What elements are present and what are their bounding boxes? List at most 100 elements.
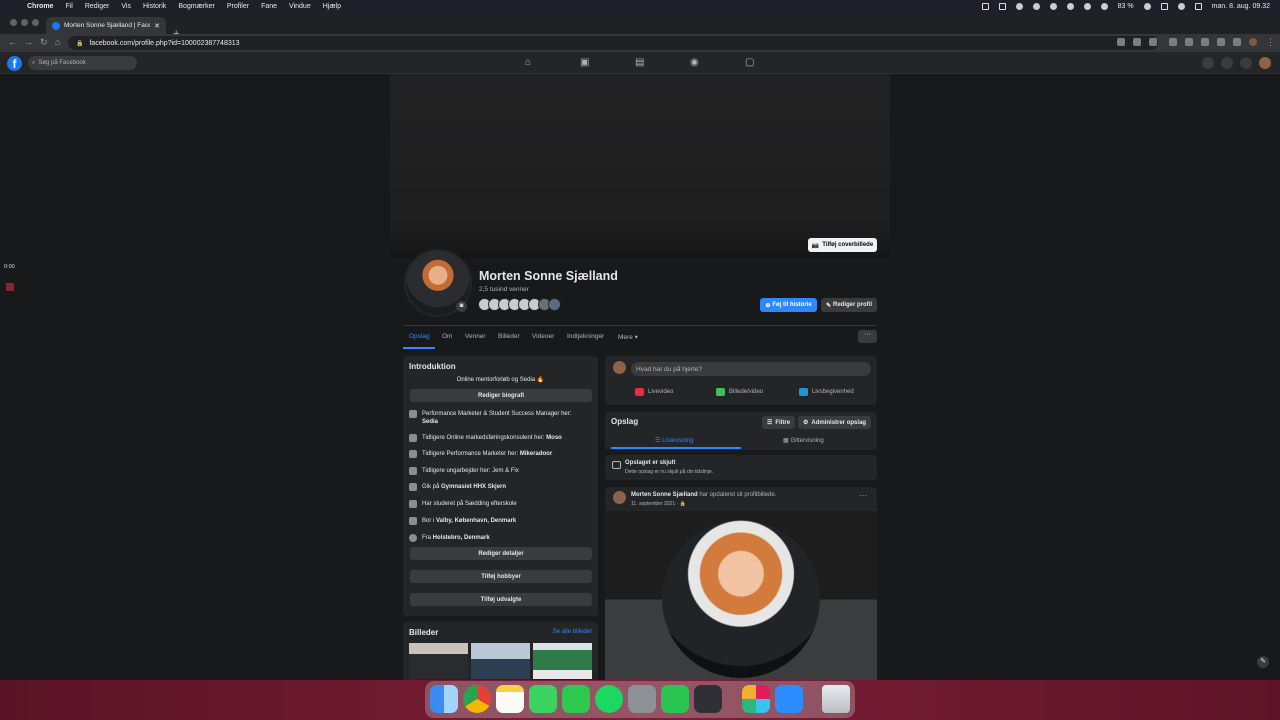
add-hobbies-button[interactable]: Tilføj hobbyer bbox=[410, 570, 592, 583]
messages-icon[interactable] bbox=[529, 685, 557, 713]
power-app-icon[interactable] bbox=[694, 685, 722, 713]
chrome-menu-icon[interactable]: ⋮ bbox=[1266, 37, 1275, 48]
zoom-icon[interactable] bbox=[1117, 38, 1125, 46]
tab-checkins[interactable]: Indtjekninger bbox=[567, 333, 604, 340]
tab-close-icon[interactable]: ✕ bbox=[154, 22, 160, 30]
menubar-clock[interactable]: man. 8. aug. 09.32 bbox=[1212, 3, 1270, 10]
intro-row-link[interactable]: Gymnasiet HHX Skjern bbox=[441, 484, 506, 490]
menu-vis[interactable]: Vis bbox=[121, 3, 131, 10]
nav-marketplace-icon[interactable]: ▤ bbox=[635, 57, 644, 68]
facebook-search-input[interactable]: ⌕ Søg på Facebook bbox=[28, 56, 137, 70]
status-icon[interactable] bbox=[981, 2, 989, 10]
address-bar[interactable]: 🔒 facebook.com/profile.php?id=1000023877… bbox=[68, 36, 1158, 50]
friends-count[interactable]: 2,5 tusind venner bbox=[479, 286, 529, 293]
see-all-photos-link[interactable]: Se alle billeder bbox=[553, 629, 592, 635]
tab-videos[interactable]: Videoer bbox=[532, 333, 554, 340]
extension-icon[interactable] bbox=[1185, 38, 1193, 46]
post-date[interactable]: 11. september 2021 · 🔒 bbox=[631, 501, 686, 507]
live-video-button[interactable]: Livevideo bbox=[635, 388, 673, 396]
system-settings-icon[interactable] bbox=[628, 685, 656, 713]
wifi-icon[interactable] bbox=[1143, 2, 1151, 10]
add-featured-button[interactable]: Tilføj udvalgte bbox=[410, 593, 592, 606]
add-cover-photo-button[interactable]: 📷 Tilføj coverbillede bbox=[808, 238, 877, 252]
finder-icon[interactable] bbox=[430, 685, 458, 713]
extension-icon[interactable] bbox=[1201, 38, 1209, 46]
forward-icon[interactable]: → bbox=[24, 37, 33, 47]
menu-hjaelp[interactable]: Hjælp bbox=[323, 3, 341, 10]
bookmark-star-icon[interactable] bbox=[1149, 38, 1157, 46]
add-to-story-button[interactable]: ⊕ Føj til historie bbox=[760, 298, 817, 312]
share-icon[interactable] bbox=[1133, 38, 1141, 46]
moon-icon[interactable] bbox=[1100, 2, 1108, 10]
new-message-icon[interactable]: ✎ bbox=[1257, 656, 1269, 668]
slack-icon[interactable] bbox=[742, 685, 770, 713]
grid-view-tab[interactable]: ▦ Gittervisning bbox=[783, 437, 824, 444]
search-icon[interactable] bbox=[1177, 2, 1185, 10]
post-avatar[interactable] bbox=[613, 491, 626, 504]
nav-gaming-icon[interactable]: ▢ bbox=[745, 57, 754, 68]
sidepanel-icon[interactable] bbox=[1233, 38, 1241, 46]
intro-row-link[interactable]: Holstebro, Denmark bbox=[433, 535, 490, 541]
browser-tab[interactable]: Morten Sonne Sjælland | Faceb ✕ bbox=[46, 17, 166, 34]
tab-posts[interactable]: Opslag bbox=[409, 333, 430, 340]
menu-grid-icon[interactable] bbox=[1202, 57, 1214, 69]
post-options-icon[interactable]: ··· bbox=[859, 491, 867, 500]
tab-about[interactable]: Om bbox=[442, 333, 452, 340]
tab-friends[interactable]: Venner bbox=[465, 333, 486, 340]
manage-posts-button[interactable]: ⚙ Administrer opslag bbox=[798, 416, 872, 429]
puzzle-icon[interactable] bbox=[1217, 38, 1225, 46]
profile-avatar-icon[interactable] bbox=[1249, 38, 1257, 46]
menu-vindue[interactable]: Vindue bbox=[289, 3, 311, 10]
tab-more[interactable]: Mere ▾ bbox=[618, 333, 638, 341]
menu-profiler[interactable]: Profiler bbox=[227, 3, 249, 10]
lock-icon[interactable]: 🔒 bbox=[76, 40, 83, 47]
edit-details-button[interactable]: Rediger detaljer bbox=[410, 547, 592, 560]
intro-row-link[interactable]: Valby, København, Denmark bbox=[436, 518, 516, 524]
bluetooth-icon[interactable] bbox=[1066, 2, 1074, 10]
nav-watch-icon[interactable]: ▣ bbox=[580, 57, 589, 68]
menu-fane[interactable]: Fane bbox=[261, 3, 277, 10]
photo-thumbnail[interactable] bbox=[471, 643, 530, 679]
play-icon[interactable] bbox=[1083, 2, 1091, 10]
photo-thumbnail[interactable] bbox=[409, 643, 468, 679]
life-event-button[interactable]: Livsbegivenhed bbox=[799, 388, 854, 396]
trash-icon[interactable] bbox=[822, 685, 850, 713]
home-icon[interactable]: ⌂ bbox=[55, 37, 60, 47]
edit-bio-button[interactable]: Rediger biografi bbox=[410, 389, 592, 402]
menu-historik[interactable]: Historik bbox=[143, 3, 166, 10]
notifications-bell-icon[interactable] bbox=[1240, 57, 1252, 69]
control-center-icon[interactable] bbox=[1160, 2, 1168, 10]
chrome-icon[interactable] bbox=[463, 685, 491, 713]
menu-chrome[interactable]: Chrome bbox=[27, 3, 53, 10]
spotify-icon[interactable] bbox=[595, 685, 623, 713]
friend-avatar[interactable] bbox=[548, 298, 561, 311]
edit-profile-button[interactable]: ✎ Rediger profil bbox=[821, 298, 877, 312]
photo-video-button[interactable]: Billede/video bbox=[716, 388, 763, 396]
facetime-icon[interactable] bbox=[562, 685, 590, 713]
nav-groups-icon[interactable]: ◉ bbox=[690, 57, 699, 68]
back-icon[interactable]: ← bbox=[8, 37, 17, 47]
account-avatar[interactable] bbox=[1259, 57, 1271, 69]
intro-row-link[interactable]: Mikeradoor bbox=[520, 451, 552, 457]
intro-row-link[interactable]: Moso bbox=[546, 435, 562, 441]
filters-button[interactable]: ☰ Filtre bbox=[762, 416, 796, 429]
notification-icon[interactable] bbox=[1194, 2, 1202, 10]
photo-thumbnail[interactable] bbox=[533, 643, 592, 679]
whatsapp-icon[interactable] bbox=[661, 685, 689, 713]
camera-icon[interactable]: ◙ bbox=[456, 301, 467, 312]
status-icon[interactable] bbox=[1032, 2, 1040, 10]
post-profile-photo[interactable] bbox=[662, 520, 820, 678]
notes-icon[interactable] bbox=[496, 685, 524, 713]
list-view-tab[interactable]: ☰ Listevisning bbox=[655, 437, 693, 444]
gear-icon[interactable] bbox=[1049, 2, 1057, 10]
window-close-button[interactable] bbox=[10, 19, 17, 26]
reload-icon[interactable]: ↻ bbox=[40, 37, 48, 48]
menu-fil[interactable]: Fil bbox=[65, 3, 72, 10]
window-zoom-button[interactable] bbox=[32, 19, 39, 26]
menu-bogmaerker[interactable]: Bogmærker bbox=[178, 3, 215, 10]
menu-rediger[interactable]: Rediger bbox=[85, 3, 110, 10]
facebook-logo[interactable]: f bbox=[7, 56, 22, 71]
nav-home-icon[interactable]: ⌂ bbox=[525, 57, 531, 68]
messenger-icon[interactable] bbox=[1221, 57, 1233, 69]
profile-more-button[interactable]: ··· bbox=[858, 330, 877, 343]
